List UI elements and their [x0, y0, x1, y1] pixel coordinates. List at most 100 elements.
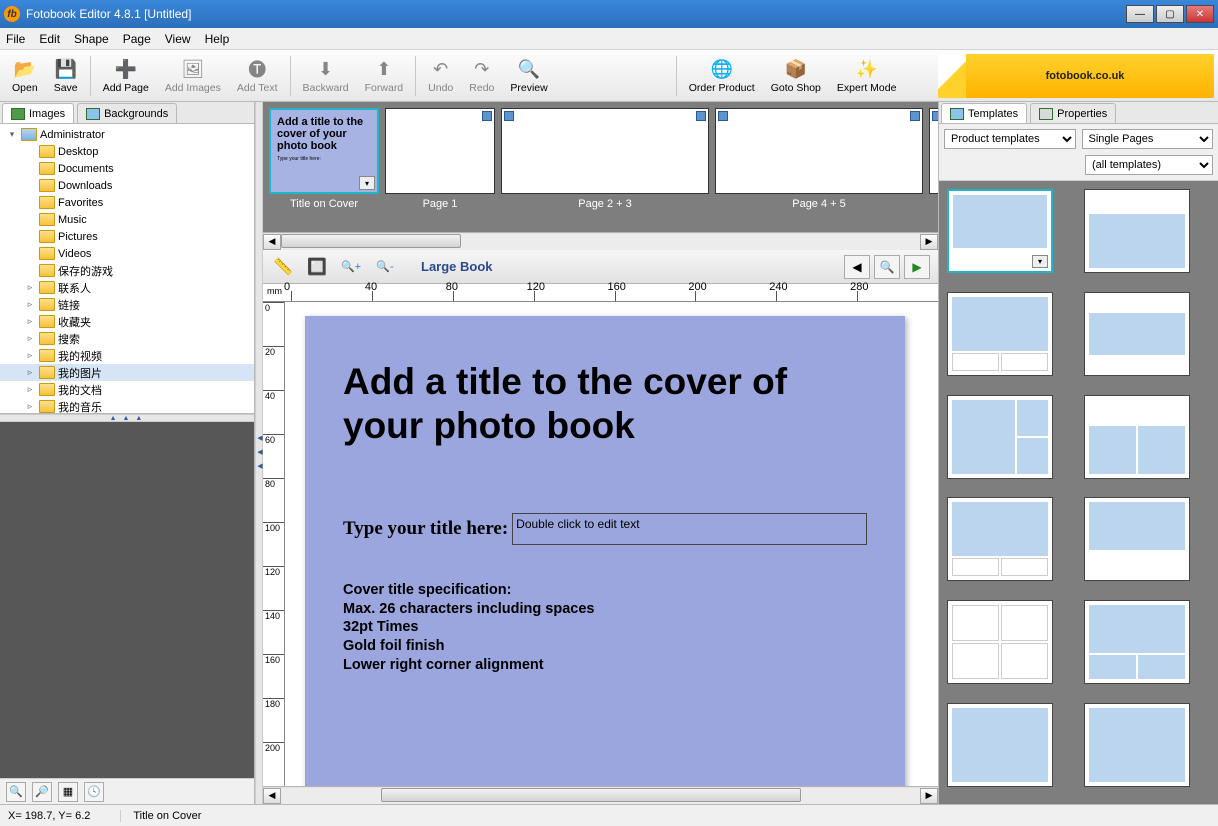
- scroll-handle[interactable]: [281, 234, 461, 248]
- page-type-select[interactable]: Single Pages: [1082, 129, 1214, 149]
- tree-node[interactable]: Videos: [0, 245, 254, 262]
- tab-images[interactable]: Images: [2, 103, 74, 123]
- tree-node[interactable]: ▹我的文档: [0, 381, 254, 398]
- horizontal-splitter[interactable]: ▲ ▲ ▲: [0, 414, 254, 422]
- thumb-item[interactable]: Page 6 + 7: [929, 108, 938, 232]
- template-item[interactable]: [947, 703, 1053, 787]
- tree-node[interactable]: Pictures: [0, 228, 254, 245]
- close-button[interactable]: ✕: [1186, 5, 1214, 23]
- thumb-item[interactable]: Page 2 + 3: [501, 108, 709, 232]
- goto-shop-button[interactable]: 📦Goto Shop: [763, 53, 829, 99]
- ruler-icon[interactable]: 📏: [271, 255, 295, 279]
- canvas[interactable]: Add a title to the cover of your photo b…: [285, 302, 938, 786]
- canvas-scroll-right[interactable]: ▶: [920, 788, 938, 804]
- template-item[interactable]: [947, 600, 1053, 684]
- expert-mode-button[interactable]: ✨Expert Mode: [829, 53, 905, 99]
- maximize-button[interactable]: ▢: [1156, 5, 1184, 23]
- send-backward-icon: ⬇: [314, 57, 338, 81]
- template-item[interactable]: ▾: [947, 189, 1053, 273]
- status-coords: X= 198.7, Y= 6.2: [8, 810, 90, 822]
- tree-node[interactable]: ▹搜索: [0, 330, 254, 347]
- save-button[interactable]: 💾Save: [46, 53, 86, 99]
- filter-select[interactable]: (all templates): [1085, 155, 1213, 175]
- forward-button[interactable]: ⬆Forward: [357, 53, 412, 99]
- thumb-item[interactable]: Page 4 + 5: [715, 108, 923, 232]
- zoom-in-icon[interactable]: 🔍+: [339, 255, 363, 279]
- refresh-button[interactable]: 🕓: [84, 782, 104, 802]
- template-item[interactable]: [947, 497, 1053, 581]
- grid-toggle-icon[interactable]: 🔲: [305, 255, 329, 279]
- zoom-out-icon[interactable]: 🔍-: [373, 255, 397, 279]
- title-input[interactable]: Double click to edit text: [512, 513, 867, 545]
- template-item[interactable]: [1084, 292, 1190, 376]
- menu-view[interactable]: View: [165, 32, 191, 46]
- thumbs-scrollbar[interactable]: ◀ ▶: [263, 232, 938, 250]
- canvas-scrollbar[interactable]: ◀ ▶: [263, 786, 938, 804]
- tree-node[interactable]: ▹我的音乐: [0, 398, 254, 414]
- template-item[interactable]: [1084, 395, 1190, 479]
- folder-tree[interactable]: ▾AdministratorDesktopDocumentsDownloadsF…: [0, 124, 254, 414]
- vertical-splitter-left[interactable]: ◀ ◀ ◀: [255, 102, 263, 804]
- zoom-in-button[interactable]: 🔎: [32, 782, 52, 802]
- tree-node[interactable]: ▹收藏夹: [0, 313, 254, 330]
- minimize-button[interactable]: —: [1126, 5, 1154, 23]
- product-templates-select[interactable]: Product templates: [944, 129, 1076, 149]
- redo-button[interactable]: ↷Redo: [461, 53, 502, 99]
- tree-node[interactable]: Desktop: [0, 143, 254, 160]
- tree-node[interactable]: Downloads: [0, 177, 254, 194]
- fit-page-button[interactable]: 🔍: [874, 255, 900, 279]
- tree-node[interactable]: Favorites: [0, 194, 254, 211]
- ruler-vertical: 020406080100120140160180200: [263, 302, 285, 786]
- tree-node[interactable]: Music: [0, 211, 254, 228]
- template-item[interactable]: [1084, 189, 1190, 273]
- preview-button[interactable]: 🔍Preview: [502, 53, 555, 99]
- order-product-button[interactable]: 🌐Order Product: [681, 53, 763, 99]
- tab-backgrounds[interactable]: Backgrounds: [77, 103, 177, 123]
- canvas-scroll-handle[interactable]: [381, 788, 801, 802]
- open-button[interactable]: 📂Open: [4, 53, 46, 99]
- canvas-scroll-left[interactable]: ◀: [263, 788, 281, 804]
- template-item[interactable]: [1084, 703, 1190, 787]
- add-page-button[interactable]: ➕Add Page: [95, 53, 157, 99]
- tree-node[interactable]: ▹联系人: [0, 279, 254, 296]
- tree-node[interactable]: ▹我的图片: [0, 364, 254, 381]
- undo-button[interactable]: ↶Undo: [420, 53, 461, 99]
- scroll-left-button[interactable]: ◀: [263, 234, 281, 250]
- template-grid: ▾: [939, 181, 1218, 804]
- backward-button[interactable]: ⬇Backward: [295, 53, 357, 99]
- right-tabs: Templates Properties: [939, 102, 1218, 124]
- thumb-item[interactable]: Add a title to the cover of your photo b…: [269, 108, 379, 232]
- menu-page[interactable]: Page: [123, 32, 151, 46]
- add-text-button[interactable]: 🅣Add Text: [229, 53, 286, 99]
- template-item[interactable]: [1084, 600, 1190, 684]
- menu-shape[interactable]: Shape: [74, 32, 109, 46]
- menu-help[interactable]: Help: [205, 32, 230, 46]
- template-item[interactable]: [947, 395, 1053, 479]
- add-images-button[interactable]: 🖼Add Images: [157, 53, 229, 99]
- menu-edit[interactable]: Edit: [39, 32, 60, 46]
- next-page-button[interactable]: ▶: [904, 255, 930, 279]
- editor-toolbar: 📏 🔲 🔍+ 🔍- Large Book ◀ 🔍 ▶: [263, 250, 938, 284]
- tab-templates[interactable]: Templates: [941, 103, 1027, 123]
- tree-node[interactable]: ▹我的视频: [0, 347, 254, 364]
- tree-node[interactable]: ▾Administrator: [0, 126, 254, 143]
- text-icon: 🅣: [245, 57, 269, 81]
- backgrounds-icon: [86, 108, 100, 120]
- template-item[interactable]: [1084, 497, 1190, 581]
- zoom-reset-button[interactable]: 🔍: [6, 782, 26, 802]
- cover-page[interactable]: Add a title to the cover of your photo b…: [305, 316, 905, 786]
- page-thumbnails: Add a title to the cover of your photo b…: [263, 102, 938, 232]
- scroll-right-button[interactable]: ▶: [920, 234, 938, 250]
- templates-icon: [950, 108, 964, 120]
- menu-file[interactable]: File: [6, 32, 25, 46]
- thumb-item[interactable]: Page 1: [385, 108, 495, 232]
- prev-page-button[interactable]: ◀: [844, 255, 870, 279]
- tree-node[interactable]: Documents: [0, 160, 254, 177]
- grid-button[interactable]: ▦: [58, 782, 78, 802]
- template-item[interactable]: [947, 292, 1053, 376]
- scroll-track[interactable]: [281, 234, 920, 250]
- tree-node[interactable]: ▹链接: [0, 296, 254, 313]
- tab-properties[interactable]: Properties: [1030, 103, 1116, 123]
- undo-icon: ↶: [429, 57, 453, 81]
- tree-node[interactable]: 保存的游戏: [0, 262, 254, 279]
